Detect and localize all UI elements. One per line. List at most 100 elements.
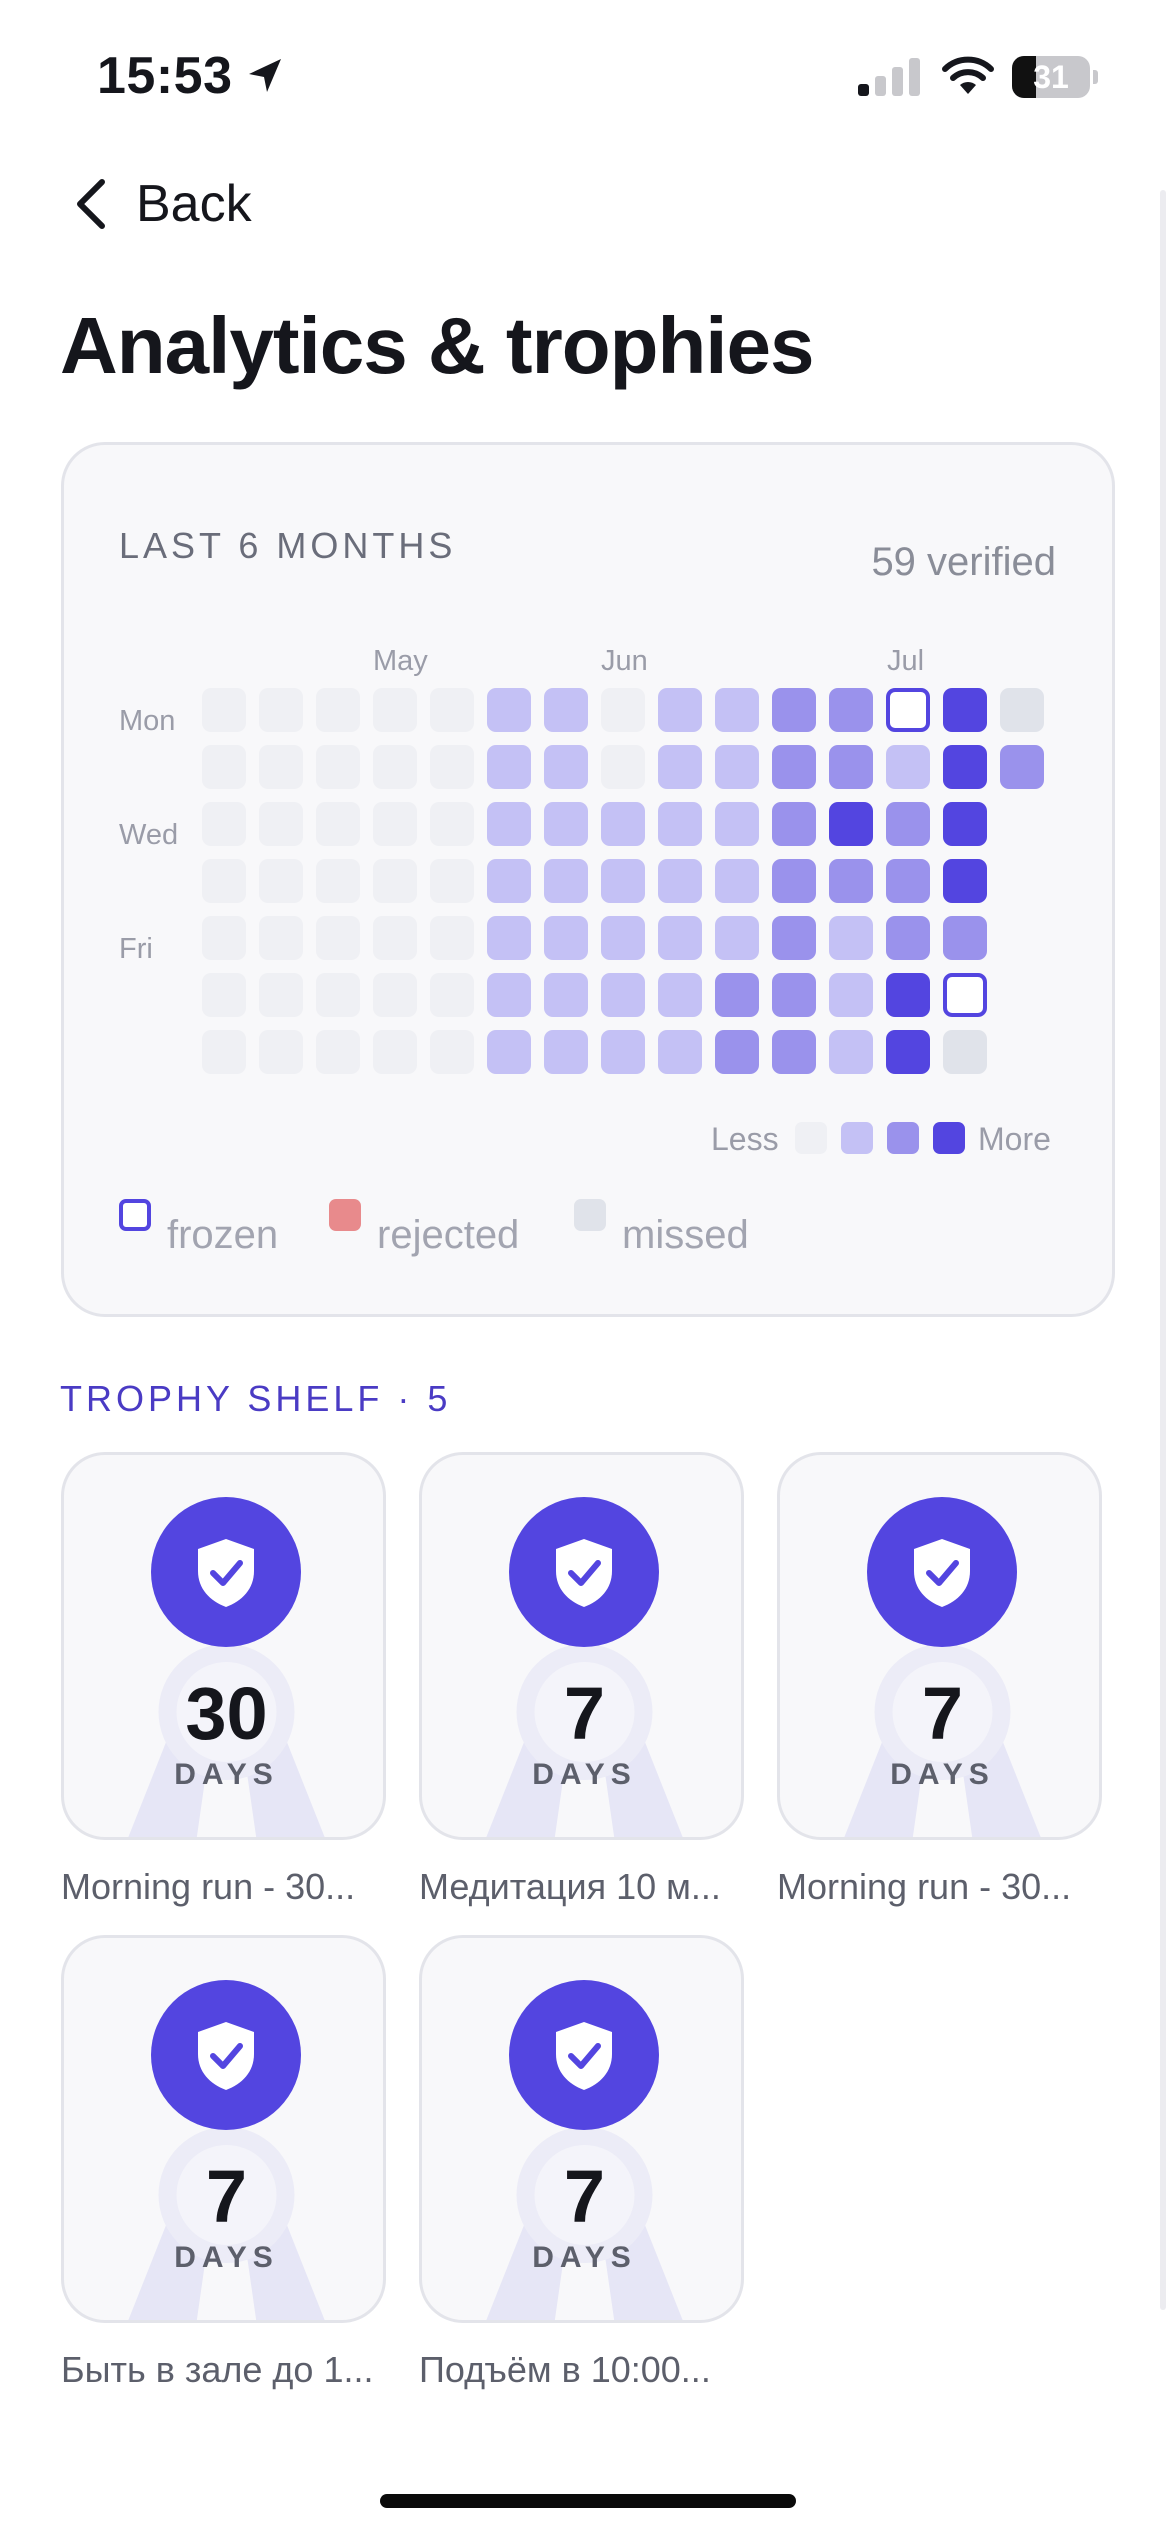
home-indicator[interactable] <box>380 2494 796 2508</box>
heatmap-cell-level-1[interactable] <box>658 745 702 789</box>
heatmap-cell-level-0[interactable] <box>373 745 417 789</box>
heatmap-cell-level-1[interactable] <box>544 973 588 1017</box>
heatmap-cell-level-0[interactable] <box>259 1030 303 1074</box>
heatmap-cell-level-1[interactable] <box>715 745 759 789</box>
heatmap-cell-level-1[interactable] <box>658 973 702 1017</box>
heatmap-cell-level-1[interactable] <box>715 802 759 846</box>
heatmap-cell-level-1[interactable] <box>658 1030 702 1074</box>
heatmap-cell-level-1[interactable] <box>487 1030 531 1074</box>
heatmap-cell-level-0[interactable] <box>259 916 303 960</box>
heatmap-cell-level-0[interactable] <box>202 1030 246 1074</box>
heatmap-cell-level-1[interactable] <box>886 745 930 789</box>
heatmap-cell-level-0[interactable] <box>316 745 360 789</box>
scroll-indicator[interactable] <box>1160 190 1166 2310</box>
heatmap-cell-level-3[interactable] <box>886 973 930 1017</box>
heatmap-cell-level-0[interactable] <box>430 973 474 1017</box>
heatmap-cell-level-1[interactable] <box>715 688 759 732</box>
heatmap-cell-level-2[interactable] <box>829 859 873 903</box>
heatmap-cell-level-2[interactable] <box>829 745 873 789</box>
heatmap-cell-level-2[interactable] <box>886 916 930 960</box>
heatmap-cell-level-1[interactable] <box>544 1030 588 1074</box>
heatmap-cell-level-1[interactable] <box>487 916 531 960</box>
heatmap-cell-level-0[interactable] <box>373 688 417 732</box>
heatmap-cell-level-0[interactable] <box>601 745 645 789</box>
heatmap-cell-level-0[interactable] <box>373 973 417 1017</box>
heatmap-cell-level-1[interactable] <box>658 802 702 846</box>
heatmap-cell-level-0[interactable] <box>259 745 303 789</box>
trophy-card[interactable]: 7 DAYS <box>61 1935 386 2323</box>
heatmap-cell-level-0[interactable] <box>316 916 360 960</box>
heatmap-cell-level-0[interactable] <box>259 859 303 903</box>
heatmap-cell-level-1[interactable] <box>601 1030 645 1074</box>
trophy-card[interactable]: 7 DAYS <box>419 1935 744 2323</box>
heatmap-cell-level-1[interactable] <box>487 973 531 1017</box>
heatmap-cell-frozen[interactable] <box>943 973 987 1017</box>
trophy-card[interactable]: 7 DAYS <box>419 1452 744 1840</box>
heatmap-cell-level-1[interactable] <box>601 802 645 846</box>
heatmap-cell-level-0[interactable] <box>430 688 474 732</box>
heatmap-cell-level-0[interactable] <box>202 859 246 903</box>
heatmap-cell-level-0[interactable] <box>373 1030 417 1074</box>
heatmap-cell-level-0[interactable] <box>202 688 246 732</box>
heatmap-cell-level-3[interactable] <box>943 688 987 732</box>
heatmap-cell-frozen[interactable] <box>886 688 930 732</box>
heatmap-cell-level-0[interactable] <box>316 688 360 732</box>
heatmap-cell-level-1[interactable] <box>829 916 873 960</box>
heatmap-cell-level-2[interactable] <box>886 859 930 903</box>
heatmap-cell-level-1[interactable] <box>715 859 759 903</box>
heatmap-cell-level-2[interactable] <box>886 802 930 846</box>
heatmap-cell-level-2[interactable] <box>715 1030 759 1074</box>
heatmap-cell-level-0[interactable] <box>316 1030 360 1074</box>
heatmap-cell-level-1[interactable] <box>487 688 531 732</box>
heatmap-cell-level-0[interactable] <box>259 688 303 732</box>
heatmap-cell-level-3[interactable] <box>829 802 873 846</box>
heatmap-cell-level-1[interactable] <box>829 973 873 1017</box>
heatmap-cell-level-3[interactable] <box>886 1030 930 1074</box>
heatmap-cell-level-0[interactable] <box>430 859 474 903</box>
heatmap-cell-level-1[interactable] <box>544 802 588 846</box>
heatmap-cell-level-1[interactable] <box>544 745 588 789</box>
heatmap-cell-level-1[interactable] <box>544 916 588 960</box>
heatmap-cell-level-1[interactable] <box>487 802 531 846</box>
heatmap-cell-level-2[interactable] <box>772 745 816 789</box>
heatmap-cell-level-0[interactable] <box>259 802 303 846</box>
heatmap-cell-level-0[interactable] <box>202 973 246 1017</box>
trophy-card[interactable]: 7 DAYS <box>777 1452 1102 1840</box>
back-button[interactable]: Back <box>72 172 252 236</box>
heatmap-cell-level-0[interactable] <box>373 859 417 903</box>
heatmap-cell-level-0[interactable] <box>259 973 303 1017</box>
heatmap-cell-level-2[interactable] <box>1000 745 1044 789</box>
heatmap-cell-level-1[interactable] <box>715 916 759 960</box>
heatmap-cell-level-1[interactable] <box>829 1030 873 1074</box>
heatmap-cell-level-1[interactable] <box>544 859 588 903</box>
heatmap-cell-level-2[interactable] <box>772 802 816 846</box>
heatmap-cell-level-3[interactable] <box>943 859 987 903</box>
heatmap-cell-level-0[interactable] <box>430 745 474 789</box>
heatmap-cell-level-0[interactable] <box>430 1030 474 1074</box>
heatmap-cell-level-2[interactable] <box>772 688 816 732</box>
heatmap-cell-level-2[interactable] <box>943 916 987 960</box>
heatmap-cell-level-2[interactable] <box>772 973 816 1017</box>
heatmap-cell-level-0[interactable] <box>202 745 246 789</box>
heatmap-cell-level-3[interactable] <box>943 745 987 789</box>
trophy-card[interactable]: 30 DAYS <box>61 1452 386 1840</box>
heatmap-cell-level-0[interactable] <box>202 802 246 846</box>
heatmap-cell-level-2[interactable] <box>772 916 816 960</box>
heatmap-cell-level-0[interactable] <box>373 802 417 846</box>
heatmap-cell-level-0[interactable] <box>202 916 246 960</box>
heatmap-cell-level-1[interactable] <box>601 916 645 960</box>
heatmap-cell-level-1[interactable] <box>658 916 702 960</box>
heatmap-cell-level-0[interactable] <box>430 802 474 846</box>
heatmap-cell-level-1[interactable] <box>601 859 645 903</box>
heatmap-cell-level-0[interactable] <box>601 688 645 732</box>
heatmap-cell-level-0[interactable] <box>373 916 417 960</box>
heatmap-cell-level-0[interactable] <box>316 973 360 1017</box>
heatmap-cell-level-1[interactable] <box>487 745 531 789</box>
heatmap-cell-level-0[interactable] <box>430 916 474 960</box>
heatmap-cell-missed[interactable] <box>1000 688 1044 732</box>
heatmap-cell-level-2[interactable] <box>715 973 759 1017</box>
heatmap-cell-level-1[interactable] <box>487 859 531 903</box>
heatmap-cell-level-1[interactable] <box>658 688 702 732</box>
heatmap-cell-level-2[interactable] <box>772 859 816 903</box>
heatmap-cell-level-2[interactable] <box>829 688 873 732</box>
